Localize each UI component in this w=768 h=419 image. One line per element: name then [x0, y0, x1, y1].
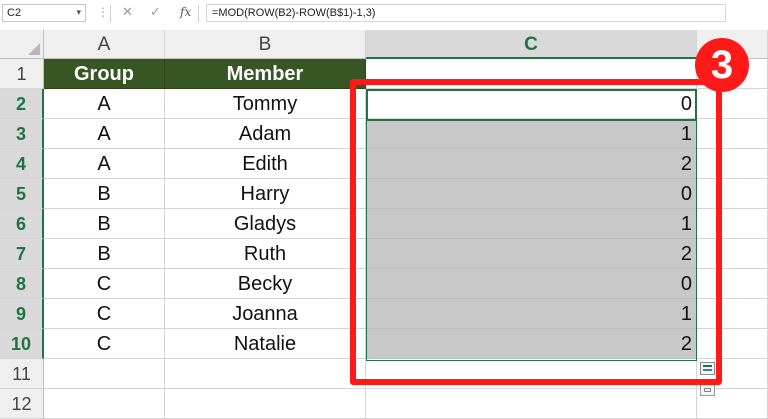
- cell-d4[interactable]: [697, 149, 768, 179]
- divider: [198, 4, 199, 22]
- row-header-11[interactable]: 11: [0, 359, 44, 389]
- formula-input[interactable]: =MOD(ROW(B2)-ROW(B$1)-1,3): [206, 4, 726, 22]
- cell-b1[interactable]: Member: [165, 59, 366, 89]
- select-all-button[interactable]: [0, 30, 44, 59]
- cell-c1[interactable]: [366, 59, 697, 89]
- cell-c6[interactable]: 1: [366, 209, 697, 239]
- cell-a10[interactable]: C: [44, 329, 165, 359]
- cell-b5[interactable]: Harry: [165, 179, 366, 209]
- column-header-b[interactable]: B: [165, 30, 366, 59]
- cell-a5[interactable]: B: [44, 179, 165, 209]
- more-options-icon: ⋮: [97, 5, 109, 19]
- cell-c9[interactable]: 1: [366, 299, 697, 329]
- cell-a6[interactable]: B: [44, 209, 165, 239]
- cell-b9[interactable]: Joanna: [165, 299, 366, 329]
- cell-d3[interactable]: [697, 119, 768, 149]
- row-header-4[interactable]: 4: [0, 149, 44, 179]
- cell-d7[interactable]: [697, 239, 768, 269]
- paste-options-icon[interactable]: [700, 384, 715, 396]
- name-box[interactable]: C2 ▾: [2, 4, 86, 22]
- cell-a4[interactable]: A: [44, 149, 165, 179]
- cell-d6[interactable]: [697, 209, 768, 239]
- formula-bar: C2 ▾ ⋮ ✕ ✓ fx =MOD(ROW(B2)-ROW(B$1)-1,3): [0, 0, 768, 28]
- cell-a11[interactable]: [44, 359, 165, 389]
- cell-d10[interactable]: [697, 329, 768, 359]
- cell-b10[interactable]: Natalie: [165, 329, 366, 359]
- cell-b3[interactable]: Adam: [165, 119, 366, 149]
- cell-d5[interactable]: [697, 179, 768, 209]
- cell-a3[interactable]: A: [44, 119, 165, 149]
- cell-c7[interactable]: 2: [366, 239, 697, 269]
- column-header-a[interactable]: A: [44, 30, 165, 59]
- cell-b6[interactable]: Gladys: [165, 209, 366, 239]
- cell-b8[interactable]: Becky: [165, 269, 366, 299]
- name-box-value: C2: [7, 7, 22, 19]
- chevron-down-icon[interactable]: ▾: [76, 6, 81, 19]
- row-header-8[interactable]: 8: [0, 269, 44, 299]
- cell-b12[interactable]: [165, 389, 366, 419]
- cell-b11[interactable]: [165, 359, 366, 389]
- cancel-icon[interactable]: ✕: [122, 4, 133, 20]
- insert-function-icon[interactable]: fx: [180, 5, 191, 19]
- cell-b7[interactable]: Ruth: [165, 239, 366, 269]
- cell-a1[interactable]: Group: [44, 59, 165, 89]
- cell-c8[interactable]: 0: [366, 269, 697, 299]
- column-header-c[interactable]: C: [366, 30, 697, 59]
- cell-d8[interactable]: [697, 269, 768, 299]
- row-header-2[interactable]: 2: [0, 89, 44, 119]
- cell-c4[interactable]: 2: [366, 149, 697, 179]
- quick-analysis-icon[interactable]: [700, 362, 715, 375]
- divider: [110, 4, 111, 22]
- row-header-3[interactable]: 3: [0, 119, 44, 149]
- cell-d9[interactable]: [697, 299, 768, 329]
- cell-a9[interactable]: C: [44, 299, 165, 329]
- row-header-6[interactable]: 6: [0, 209, 44, 239]
- cell-d2[interactable]: [697, 89, 768, 119]
- row-header-5[interactable]: 5: [0, 179, 44, 209]
- cell-a8[interactable]: C: [44, 269, 165, 299]
- cell-c5[interactable]: 0: [366, 179, 697, 209]
- cell-b4[interactable]: Edith: [165, 149, 366, 179]
- step-badge: 3: [695, 38, 749, 92]
- cell-b2[interactable]: Tommy: [165, 89, 366, 119]
- row-header-7[interactable]: 7: [0, 239, 44, 269]
- cell-a2[interactable]: A: [44, 89, 165, 119]
- enter-icon[interactable]: ✓: [150, 4, 161, 20]
- row-header-1[interactable]: 1: [0, 59, 44, 89]
- row-header-12[interactable]: 12: [0, 389, 44, 419]
- cell-c3[interactable]: 1: [366, 119, 697, 149]
- cell-a12[interactable]: [44, 389, 165, 419]
- cell-c2[interactable]: 0: [366, 89, 697, 119]
- cell-a7[interactable]: B: [44, 239, 165, 269]
- cell-c12[interactable]: [366, 389, 697, 419]
- row-header-10[interactable]: 10: [0, 329, 44, 359]
- row-header-9[interactable]: 9: [0, 299, 44, 329]
- cell-c11[interactable]: [366, 359, 697, 389]
- cell-c10[interactable]: 2: [366, 329, 697, 359]
